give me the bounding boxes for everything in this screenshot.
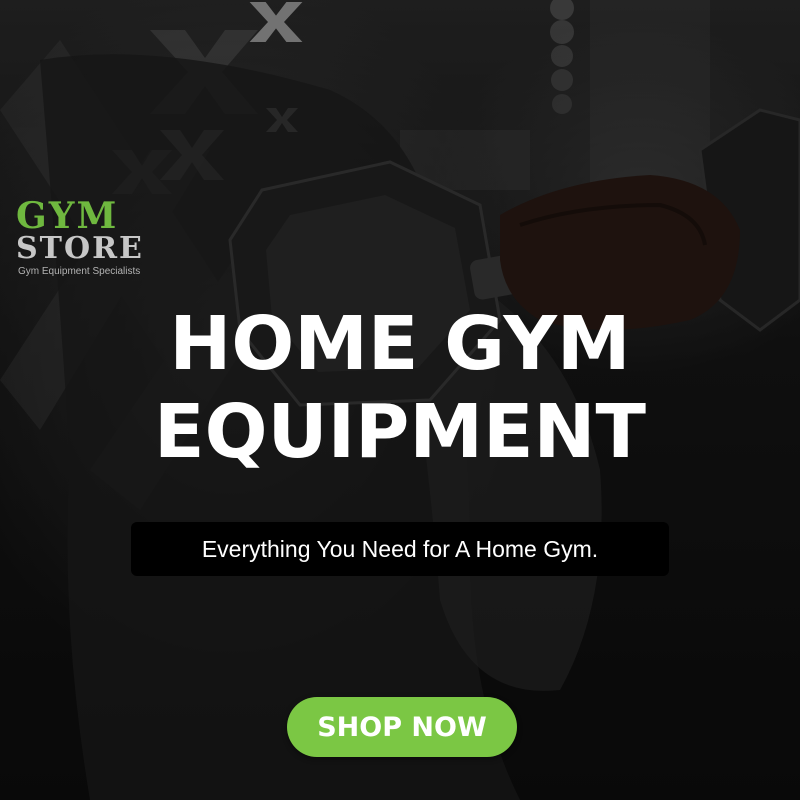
brand-logo: GYM STORE Gym Equipment Specialists	[16, 196, 166, 286]
tagline-box: Everything You Need for A Home Gym.	[131, 522, 669, 576]
logo-wordmark-store: STORE	[16, 231, 144, 266]
logo-tagline: Gym Equipment Specialists	[18, 266, 141, 277]
shop-now-button[interactable]: SHOP NOW	[287, 697, 517, 757]
headline-line-1: HOME GYM	[169, 301, 631, 387]
headline-line-2: EQUIPMENT	[154, 389, 646, 475]
headline: HOME GYM EQUIPMENT	[0, 300, 800, 476]
promo-banner: GYM STORE Gym Equipment Specialists HOME…	[0, 0, 800, 800]
shop-now-label: SHOP NOW	[317, 711, 487, 743]
logo-wordmark-gym: GYM	[16, 195, 119, 237]
tagline-text: Everything You Need for A Home Gym.	[201, 535, 599, 562]
